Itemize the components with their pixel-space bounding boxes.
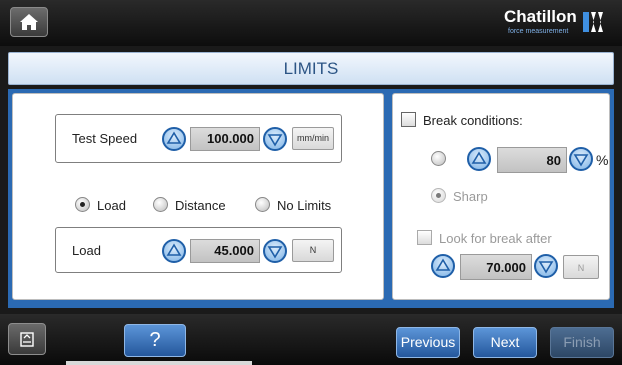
break-conditions-label: Break conditions:	[423, 113, 523, 128]
brand-tagline: force measurement	[508, 28, 569, 35]
progress-strip	[66, 361, 252, 365]
look-decrease-button[interactable]	[534, 254, 558, 278]
load-radio[interactable]	[75, 197, 90, 212]
arrow-down-icon	[538, 261, 554, 274]
load-unit-button[interactable]: N	[292, 239, 334, 262]
next-button[interactable]: Next	[473, 327, 537, 358]
finish-button[interactable]: Finish	[550, 327, 614, 358]
test-speed-label: Test Speed	[72, 131, 138, 146]
no-limits-radio-label: No Limits	[277, 198, 332, 213]
arrow-down-icon	[267, 134, 283, 147]
chatillon-logo: Chatillon force measurement	[500, 7, 610, 39]
bottom-bar: ? Previous Next Finish	[0, 314, 622, 365]
top-bar: Chatillon force measurement	[0, 0, 622, 46]
content-area: Test Speed 100.000 mm/min Load Distance …	[8, 89, 614, 308]
test-speed-group: Test Speed 100.000 mm/min	[55, 114, 342, 163]
arrow-down-icon	[267, 246, 283, 259]
arrow-up-icon	[435, 258, 451, 271]
test-speed-decrease-button[interactable]	[263, 127, 287, 151]
test-speed-increase-button[interactable]	[162, 127, 186, 151]
break-panel: Break conditions: 80 % Sharp Look for br…	[392, 93, 610, 300]
look-value[interactable]: 70.000	[460, 254, 532, 280]
test-speed-unit-button[interactable]: mm/min	[292, 127, 334, 150]
help-button[interactable]: ?	[124, 324, 186, 357]
look-for-break-label: Look for break after	[439, 231, 552, 246]
home-button[interactable]	[10, 7, 48, 37]
import-icon	[20, 332, 34, 347]
percent-break-radio[interactable]	[431, 151, 446, 166]
test-speed-value[interactable]: 100.000	[190, 127, 260, 151]
look-increase-button[interactable]	[431, 254, 455, 278]
logo-mark-icon	[583, 12, 603, 32]
page-title-bar: LIMITS	[8, 52, 614, 85]
distance-radio-label: Distance	[175, 198, 226, 213]
load-decrease-button[interactable]	[263, 239, 287, 263]
page-title: LIMITS	[283, 59, 339, 78]
break-conditions-checkbox[interactable]	[401, 112, 416, 127]
brand-name: Chatillon	[504, 7, 577, 26]
load-value[interactable]: 45.000	[190, 239, 260, 263]
arrow-up-icon	[471, 151, 487, 164]
arrow-down-icon	[573, 154, 589, 167]
load-radio-label: Load	[97, 198, 126, 213]
load-group: Load 45.000 N	[55, 227, 342, 273]
limit-mode-group: Load Distance No Limits	[75, 195, 355, 215]
arrow-up-icon	[166, 131, 182, 144]
percent-decrease-button[interactable]	[569, 147, 593, 171]
load-increase-button[interactable]	[162, 239, 186, 263]
look-unit-button[interactable]: N	[563, 255, 599, 279]
percent-value[interactable]: 80	[497, 147, 567, 173]
sharp-radio[interactable]	[431, 188, 446, 203]
no-limits-radio[interactable]	[255, 197, 270, 212]
import-button[interactable]	[8, 323, 46, 355]
percent-increase-button[interactable]	[467, 147, 491, 171]
look-for-break-checkbox[interactable]	[417, 230, 432, 245]
arrow-up-icon	[166, 243, 182, 256]
distance-radio[interactable]	[153, 197, 168, 212]
percent-unit: %	[596, 152, 609, 168]
load-label: Load	[72, 243, 101, 258]
sharp-label: Sharp	[453, 189, 488, 204]
limits-panel: Test Speed 100.000 mm/min Load Distance …	[12, 93, 384, 300]
home-icon	[20, 14, 38, 30]
previous-button[interactable]: Previous	[396, 327, 460, 358]
